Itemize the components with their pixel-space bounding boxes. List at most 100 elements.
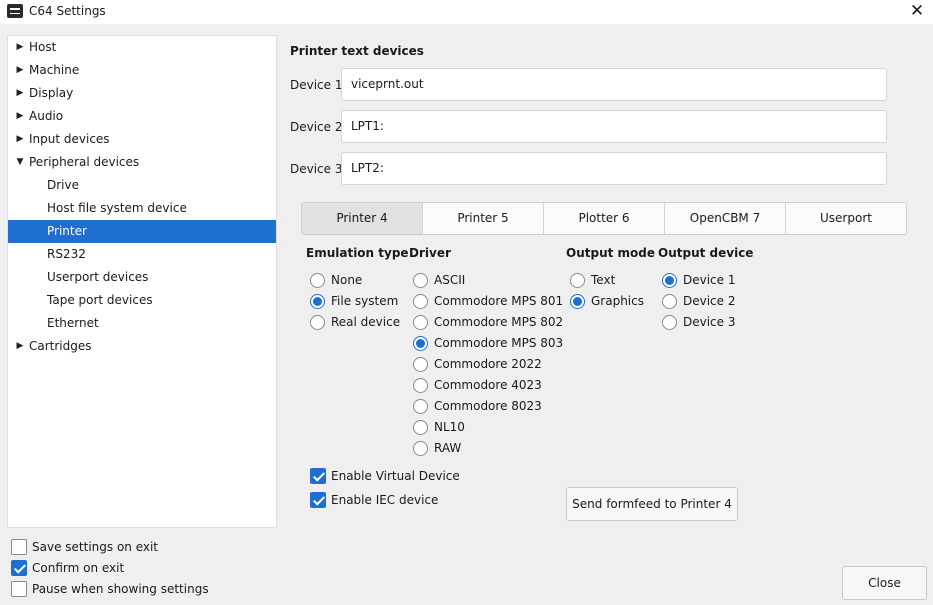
tree-item-host[interactable]: ▶ Host (8, 36, 276, 59)
radio-indicator[interactable] (413, 335, 428, 351)
tree-item-input-devices[interactable]: ▶ Input devices (8, 128, 276, 151)
close-window-icon[interactable]: ✕ (907, 1, 927, 21)
checkbox-indicator[interactable] (11, 560, 27, 576)
send-formfeed-button[interactable]: Send formfeed to Printer 4 (566, 487, 738, 521)
tree-item-label: Host file system device (47, 201, 187, 215)
radio-output-mode-text[interactable]: Text (570, 271, 615, 289)
radio-label: RAW (434, 441, 462, 455)
radio-indicator[interactable] (570, 272, 585, 288)
radio-driver-2022[interactable]: Commodore 2022 (413, 355, 542, 373)
checkbox-indicator[interactable] (11, 581, 27, 597)
radio-indicator[interactable] (413, 293, 428, 309)
tree-item-label: Userport devices (47, 270, 149, 284)
tab-printer-5[interactable]: Printer 5 (422, 203, 543, 234)
tree-item-label: Audio (29, 109, 64, 123)
radio-indicator[interactable] (413, 419, 428, 435)
expand-arrow-icon[interactable]: ▶ (15, 36, 25, 59)
expand-arrow-icon[interactable]: ▶ (15, 128, 25, 151)
tree-item-drive[interactable]: Drive (8, 174, 276, 197)
radio-output-device-2[interactable]: Device 2 (662, 292, 736, 310)
radio-indicator[interactable] (413, 314, 428, 330)
radio-indicator[interactable] (310, 293, 325, 309)
radio-indicator[interactable] (413, 398, 428, 414)
tab-opencbm-7[interactable]: OpenCBM 7 (664, 203, 785, 234)
device-1-input[interactable]: viceprnt.out (341, 68, 887, 101)
radio-label: Commodore 8023 (434, 399, 542, 413)
radio-driver-8023[interactable]: Commodore 8023 (413, 397, 542, 415)
radio-driver-4023[interactable]: Commodore 4023 (413, 376, 542, 394)
device-2-input[interactable]: LPT1: (341, 110, 887, 143)
radio-indicator[interactable] (413, 356, 428, 372)
tree-item-cartridges[interactable]: ▶ Cartridges (8, 335, 276, 358)
tab-plotter-6[interactable]: Plotter 6 (543, 203, 664, 234)
checkbox-pause-when-showing-settings[interactable]: Pause when showing settings (11, 580, 209, 598)
radio-emulation-real-device[interactable]: Real device (310, 313, 400, 331)
radio-driver-mps-803[interactable]: Commodore MPS 803 (413, 334, 563, 352)
device-2-label: Device 2 (290, 120, 343, 134)
radio-label: Commodore 2022 (434, 357, 542, 371)
tree-item-audio[interactable]: ▶ Audio (8, 105, 276, 128)
radio-output-device-3[interactable]: Device 3 (662, 313, 736, 331)
checkbox-enable-iec-device[interactable]: Enable IEC device (310, 491, 438, 509)
checkbox-indicator[interactable] (11, 539, 27, 555)
tree-item-host-file-system-device[interactable]: Host file system device (8, 197, 276, 220)
checkbox-label: Pause when showing settings (32, 582, 209, 596)
tree-item-ethernet[interactable]: Ethernet (8, 312, 276, 335)
tree-item-userport-devices[interactable]: Userport devices (8, 266, 276, 289)
device-3-label: Device 3 (290, 162, 343, 176)
settings-tree: ▶ Host ▶ Machine ▶ Display ▶ Audio ▶ Inp… (7, 35, 277, 528)
device-3-input[interactable]: LPT2: (341, 152, 887, 185)
radio-indicator[interactable] (662, 314, 677, 330)
tab-printer-4[interactable]: Printer 4 (302, 203, 422, 234)
expand-arrow-icon[interactable]: ▶ (15, 105, 25, 128)
radio-indicator[interactable] (413, 272, 428, 288)
radio-indicator[interactable] (310, 272, 325, 288)
radio-emulation-file-system[interactable]: File system (310, 292, 398, 310)
radio-indicator[interactable] (662, 272, 677, 288)
tree-item-printer[interactable]: Printer (8, 220, 276, 243)
close-button[interactable]: Close (842, 566, 927, 600)
tree-item-rs232[interactable]: RS232 (8, 243, 276, 266)
radio-indicator[interactable] (662, 293, 677, 309)
checkbox-indicator[interactable] (310, 468, 326, 484)
tree-item-label: Cartridges (29, 339, 92, 353)
radio-driver-mps-801[interactable]: Commodore MPS 801 (413, 292, 563, 310)
checkbox-confirm-on-exit[interactable]: Confirm on exit (11, 559, 124, 577)
device-1-label: Device 1 (290, 78, 343, 92)
radio-output-device-1[interactable]: Device 1 (662, 271, 736, 289)
radio-indicator[interactable] (413, 377, 428, 393)
radio-driver-ascii[interactable]: ASCII (413, 271, 465, 289)
output-device-heading: Output device (658, 246, 754, 260)
expand-arrow-icon[interactable]: ▶ (15, 82, 25, 105)
checkbox-label: Enable IEC device (331, 493, 439, 507)
tree-item-label: Ethernet (47, 316, 99, 330)
tree-item-machine[interactable]: ▶ Machine (8, 59, 276, 82)
radio-label: Commodore 4023 (434, 378, 542, 392)
radio-label: Commodore MPS 801 (434, 294, 564, 308)
tree-item-peripheral-devices[interactable]: ▼ Peripheral devices (8, 151, 276, 174)
radio-indicator[interactable] (310, 314, 325, 330)
radio-driver-nl10[interactable]: NL10 (413, 418, 465, 436)
checkbox-indicator[interactable] (310, 492, 326, 508)
radio-indicator[interactable] (570, 293, 585, 309)
radio-indicator[interactable] (413, 440, 428, 456)
radio-output-mode-graphics[interactable]: Graphics (570, 292, 644, 310)
tree-item-label: Tape port devices (47, 293, 153, 307)
tree-item-label: Input devices (29, 132, 110, 146)
radio-driver-raw[interactable]: RAW (413, 439, 461, 457)
collapse-arrow-icon[interactable]: ▼ (15, 151, 25, 174)
tree-item-tape-port-devices[interactable]: Tape port devices (8, 289, 276, 312)
radio-label: NL10 (434, 420, 465, 434)
checkbox-enable-virtual-device[interactable]: Enable Virtual Device (310, 467, 460, 485)
radio-driver-mps-802[interactable]: Commodore MPS 802 (413, 313, 563, 331)
checkbox-label: Confirm on exit (32, 561, 125, 575)
emulation-type-heading: Emulation type (306, 246, 409, 260)
expand-arrow-icon[interactable]: ▶ (15, 59, 25, 82)
tab-userport[interactable]: Userport (785, 203, 906, 234)
radio-label: Graphics (591, 294, 644, 308)
checkbox-save-settings-on-exit[interactable]: Save settings on exit (11, 538, 158, 556)
expand-arrow-icon[interactable]: ▶ (15, 335, 25, 358)
app-icon (7, 4, 23, 18)
tree-item-display[interactable]: ▶ Display (8, 82, 276, 105)
radio-emulation-none[interactable]: None (310, 271, 362, 289)
